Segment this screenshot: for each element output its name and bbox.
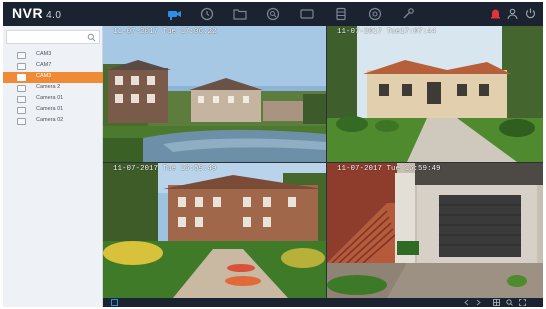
- nvr-app: NVR 4.0 CAM3 CAM7 CAM3 Camera 2 Camera 0…: [3, 2, 543, 307]
- osd-timestamp: 11-07-2017 Tue17:07:44: [337, 28, 437, 36]
- camera-search-input[interactable]: [6, 30, 100, 44]
- nav-system[interactable]: [367, 6, 383, 22]
- camera-sidebar: CAM3 CAM7 CAM3 Camera 2 Camera 01 Camera…: [3, 26, 103, 307]
- power-icon: [525, 8, 536, 19]
- camera-channel-icon: [17, 107, 26, 114]
- folder-icon: [233, 9, 247, 20]
- video-window-2[interactable]: 11-07-2017 Tue17:07:44: [327, 26, 543, 162]
- layout-button[interactable]: [111, 299, 118, 306]
- camera-label: Camera 01: [36, 106, 64, 112]
- brand-version: 4.0: [46, 10, 62, 21]
- video-window-3[interactable]: 11-07-2017 Tue 16:59:49: [103, 163, 326, 298]
- video-window-4-selected[interactable]: 11-07-2017 Tue 16:59:49: [327, 163, 543, 298]
- camera-channel-icon: [17, 52, 26, 59]
- nav-storage[interactable]: [333, 6, 349, 22]
- camera-label: Camera 02: [36, 117, 64, 123]
- video-window-1[interactable]: 11-07-2017 Tue 17:06:22: [103, 26, 326, 162]
- grid-layout-button[interactable]: [493, 299, 500, 306]
- camera-list: CAM3 CAM7 CAM3 Camera 2 Camera 01 Camera…: [3, 50, 103, 127]
- settings-icon: [368, 7, 382, 21]
- video-feed: [103, 26, 326, 162]
- zoom-icon: [506, 299, 513, 306]
- live-view-toolbar: [103, 298, 543, 307]
- live-view-grid: 11-07-2017 Tue 17:06:22 11-07-2017 Tue17…: [103, 26, 543, 298]
- camera-list-item-selected[interactable]: CAM3: [3, 72, 103, 83]
- camera-list-item[interactable]: CAM3: [3, 50, 103, 61]
- camera-label: CAM3: [36, 73, 52, 79]
- brand-name: NVR: [12, 5, 44, 21]
- prev-page-icon: [464, 299, 469, 306]
- nav-smart-analysis[interactable]: [265, 6, 281, 22]
- prev-page-button[interactable]: [463, 299, 470, 306]
- nav-maintenance[interactable]: [400, 6, 416, 22]
- camera-list-item[interactable]: Camera 02: [3, 116, 103, 127]
- camera-label: CAM7: [36, 62, 52, 68]
- camera-list-item[interactable]: CAM7: [3, 61, 103, 72]
- osd-timestamp: 11-07-2017 Tue 17:06:22: [113, 28, 217, 36]
- layout-icon: [111, 299, 118, 306]
- power-button[interactable]: [524, 7, 537, 20]
- camera-channel-icon: [17, 74, 26, 81]
- camera-channel-icon: [17, 85, 26, 92]
- account-button[interactable]: [506, 7, 519, 20]
- search-analysis-icon: [266, 7, 280, 21]
- zoom-button[interactable]: [506, 299, 513, 306]
- playback-icon: [200, 7, 214, 21]
- camera-list-item[interactable]: Camera 01: [3, 94, 103, 105]
- user-icon: [507, 8, 518, 20]
- camera-channel-icon: [17, 63, 26, 70]
- fullscreen-icon: [519, 299, 526, 306]
- grid-layout-icon: [493, 299, 500, 306]
- video-feed: [327, 26, 543, 162]
- camera-channel-icon: [17, 96, 26, 103]
- camera-label: CAM3: [36, 51, 52, 57]
- alarm-icon: [491, 9, 500, 19]
- app-logo: NVR 4.0: [12, 5, 61, 21]
- video-feed: [327, 163, 543, 298]
- nav-playback[interactable]: [199, 6, 215, 22]
- alarm-button[interactable]: [489, 7, 502, 20]
- video-feed: [103, 163, 326, 298]
- nav-video-wall[interactable]: [299, 6, 315, 22]
- osd-timestamp: 11-07-2017 Tue 16:59:49: [337, 165, 441, 173]
- camera-channel-icon: [17, 118, 26, 125]
- camera-list-item[interactable]: Camera 2: [3, 83, 103, 94]
- camera-label: Camera 01: [36, 95, 64, 101]
- next-page-button[interactable]: [475, 299, 482, 306]
- camera-label: Camera 2: [36, 84, 61, 90]
- next-page-icon: [476, 299, 481, 306]
- top-navigation-bar: NVR 4.0: [3, 2, 543, 26]
- nav-live-view[interactable]: [166, 6, 182, 22]
- search-icon: [87, 33, 96, 42]
- osd-timestamp: 11-07-2017 Tue 16:59:49: [113, 165, 217, 173]
- camera-icon: [168, 11, 181, 20]
- database-icon: [336, 7, 346, 21]
- fullscreen-button[interactable]: [519, 299, 526, 306]
- monitor-icon: [300, 9, 314, 19]
- wrench-icon: [403, 8, 414, 19]
- camera-list-item[interactable]: Camera 01: [3, 105, 103, 116]
- nav-file-management[interactable]: [232, 6, 248, 22]
